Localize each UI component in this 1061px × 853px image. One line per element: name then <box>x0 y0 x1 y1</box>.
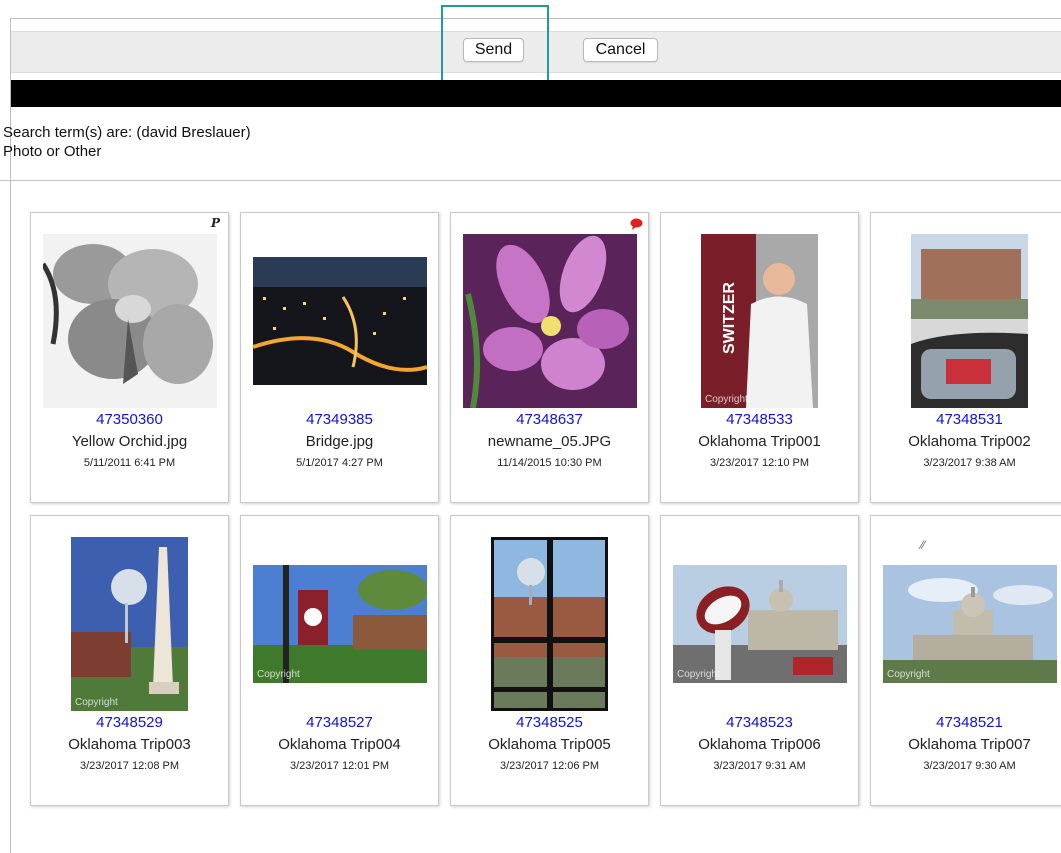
result-card[interactable]: Copyright 47348527 Oklahoma Trip004 3/23… <box>240 515 439 806</box>
item-id-link[interactable]: 47348533 <box>661 411 858 428</box>
result-card[interactable]: Copyright 47348523 Oklahoma Trip006 3/23… <box>660 515 859 806</box>
item-id-link[interactable]: 47348637 <box>451 411 648 428</box>
send-button[interactable]: Send <box>463 38 524 62</box>
item-date: 11/14/2015 10:30 PM <box>497 457 602 469</box>
copyright-watermark: Copyright <box>75 697 118 708</box>
thumbnail-image[interactable] <box>911 234 1028 408</box>
item-filename: Oklahoma Trip007 <box>908 736 1031 753</box>
item-id-link[interactable]: 47348525 <box>451 714 648 731</box>
result-card[interactable]: P 47350360 Yellow Orchid.jpg 5/11/2011 6… <box>30 212 229 503</box>
item-id-link[interactable]: 47348523 <box>661 714 858 731</box>
thumbnail-image[interactable]: Copyright <box>253 565 427 683</box>
search-summary: Search term(s) are: (david Breslauer) Ph… <box>0 124 1061 181</box>
item-id-link[interactable]: 47348531 <box>871 411 1061 428</box>
p-badge-icon: P <box>210 216 220 230</box>
item-filename: Yellow Orchid.jpg <box>71 433 188 450</box>
result-card[interactable]: Copyright 47348529 Oklahoma Trip003 3/23… <box>30 515 229 806</box>
item-id-link[interactable]: 47350360 <box>31 411 228 428</box>
item-filename: Oklahoma Trip006 <box>698 736 821 753</box>
item-filename: newname_05.JPG <box>487 433 612 450</box>
thumbnail-image[interactable] <box>253 257 427 385</box>
edit-pencil-icon[interactable]: ⁄⁄ <box>921 538 925 552</box>
copyright-watermark: Copyright <box>887 669 930 680</box>
item-date: 5/1/2017 4:27 PM <box>296 457 383 469</box>
item-date: 3/23/2017 12:06 PM <box>499 760 600 772</box>
thumbnail-image[interactable] <box>463 234 637 408</box>
item-date: 5/11/2011 6:41 PM <box>83 457 176 469</box>
thumbnail-image[interactable]: Copyright <box>883 565 1057 683</box>
copyright-watermark: Copyright <box>677 669 720 680</box>
item-date: 3/23/2017 12:08 PM <box>79 760 180 772</box>
comment-icon[interactable] <box>630 218 643 233</box>
item-date: 3/23/2017 9:30 AM <box>923 760 1016 772</box>
item-filename: Oklahoma Trip003 <box>68 736 191 753</box>
item-filename: Oklahoma Trip001 <box>698 433 821 450</box>
search-terms-text: Search term(s) are: (david Breslauer) <box>3 124 251 141</box>
thumbnail-image[interactable]: SWITZER Copyright <box>701 234 818 408</box>
item-date: 3/23/2017 9:38 AM <box>923 457 1016 469</box>
copyright-watermark: Copyright <box>257 669 300 680</box>
item-date: 3/23/2017 12:01 PM <box>289 760 390 772</box>
result-card[interactable]: 47349385 Bridge.jpg 5/1/2017 4:27 PM <box>240 212 439 503</box>
result-card[interactable]: 47348531 Oklahoma Trip002 3/23/2017 9:38… <box>870 212 1061 503</box>
item-id-link[interactable]: 47348521 <box>871 714 1061 731</box>
result-card[interactable]: 47348637 newname_05.JPG 11/14/2015 10:30… <box>450 212 649 503</box>
item-id-link[interactable]: 47349385 <box>241 411 438 428</box>
item-filename: Oklahoma Trip004 <box>278 736 401 753</box>
item-id-link[interactable]: 47348529 <box>31 714 228 731</box>
cancel-button[interactable]: Cancel <box>583 38 658 62</box>
item-filename: Oklahoma Trip005 <box>488 736 611 753</box>
result-card[interactable]: 47348525 Oklahoma Trip005 3/23/2017 12:0… <box>450 515 649 806</box>
item-date: 3/23/2017 9:31 AM <box>713 760 806 772</box>
header-bar <box>11 80 1061 107</box>
item-filename: Bridge.jpg <box>305 433 374 450</box>
switzer-label: SWITZER <box>721 282 738 354</box>
copyright-watermark: Copyright <box>705 394 748 405</box>
dialog-toolbar <box>11 31 1061 73</box>
thumbnail-image[interactable]: Copyright <box>71 537 188 711</box>
thumbnail-image[interactable] <box>491 537 608 711</box>
result-card[interactable]: SWITZER Copyright 47348533 Oklahoma Trip… <box>660 212 859 503</box>
result-card[interactable]: ⁄⁄ Copyright 47348521 Oklahoma Trip007 3… <box>870 515 1061 806</box>
thumbnail-image[interactable]: Copyright <box>673 565 847 683</box>
item-id-link[interactable]: 47348527 <box>241 714 438 731</box>
item-filename: Oklahoma Trip002 <box>908 433 1031 450</box>
thumbnail-image[interactable] <box>43 234 217 408</box>
item-date: 3/23/2017 12:10 PM <box>709 457 810 469</box>
search-type-text: Photo or Other <box>3 143 102 160</box>
